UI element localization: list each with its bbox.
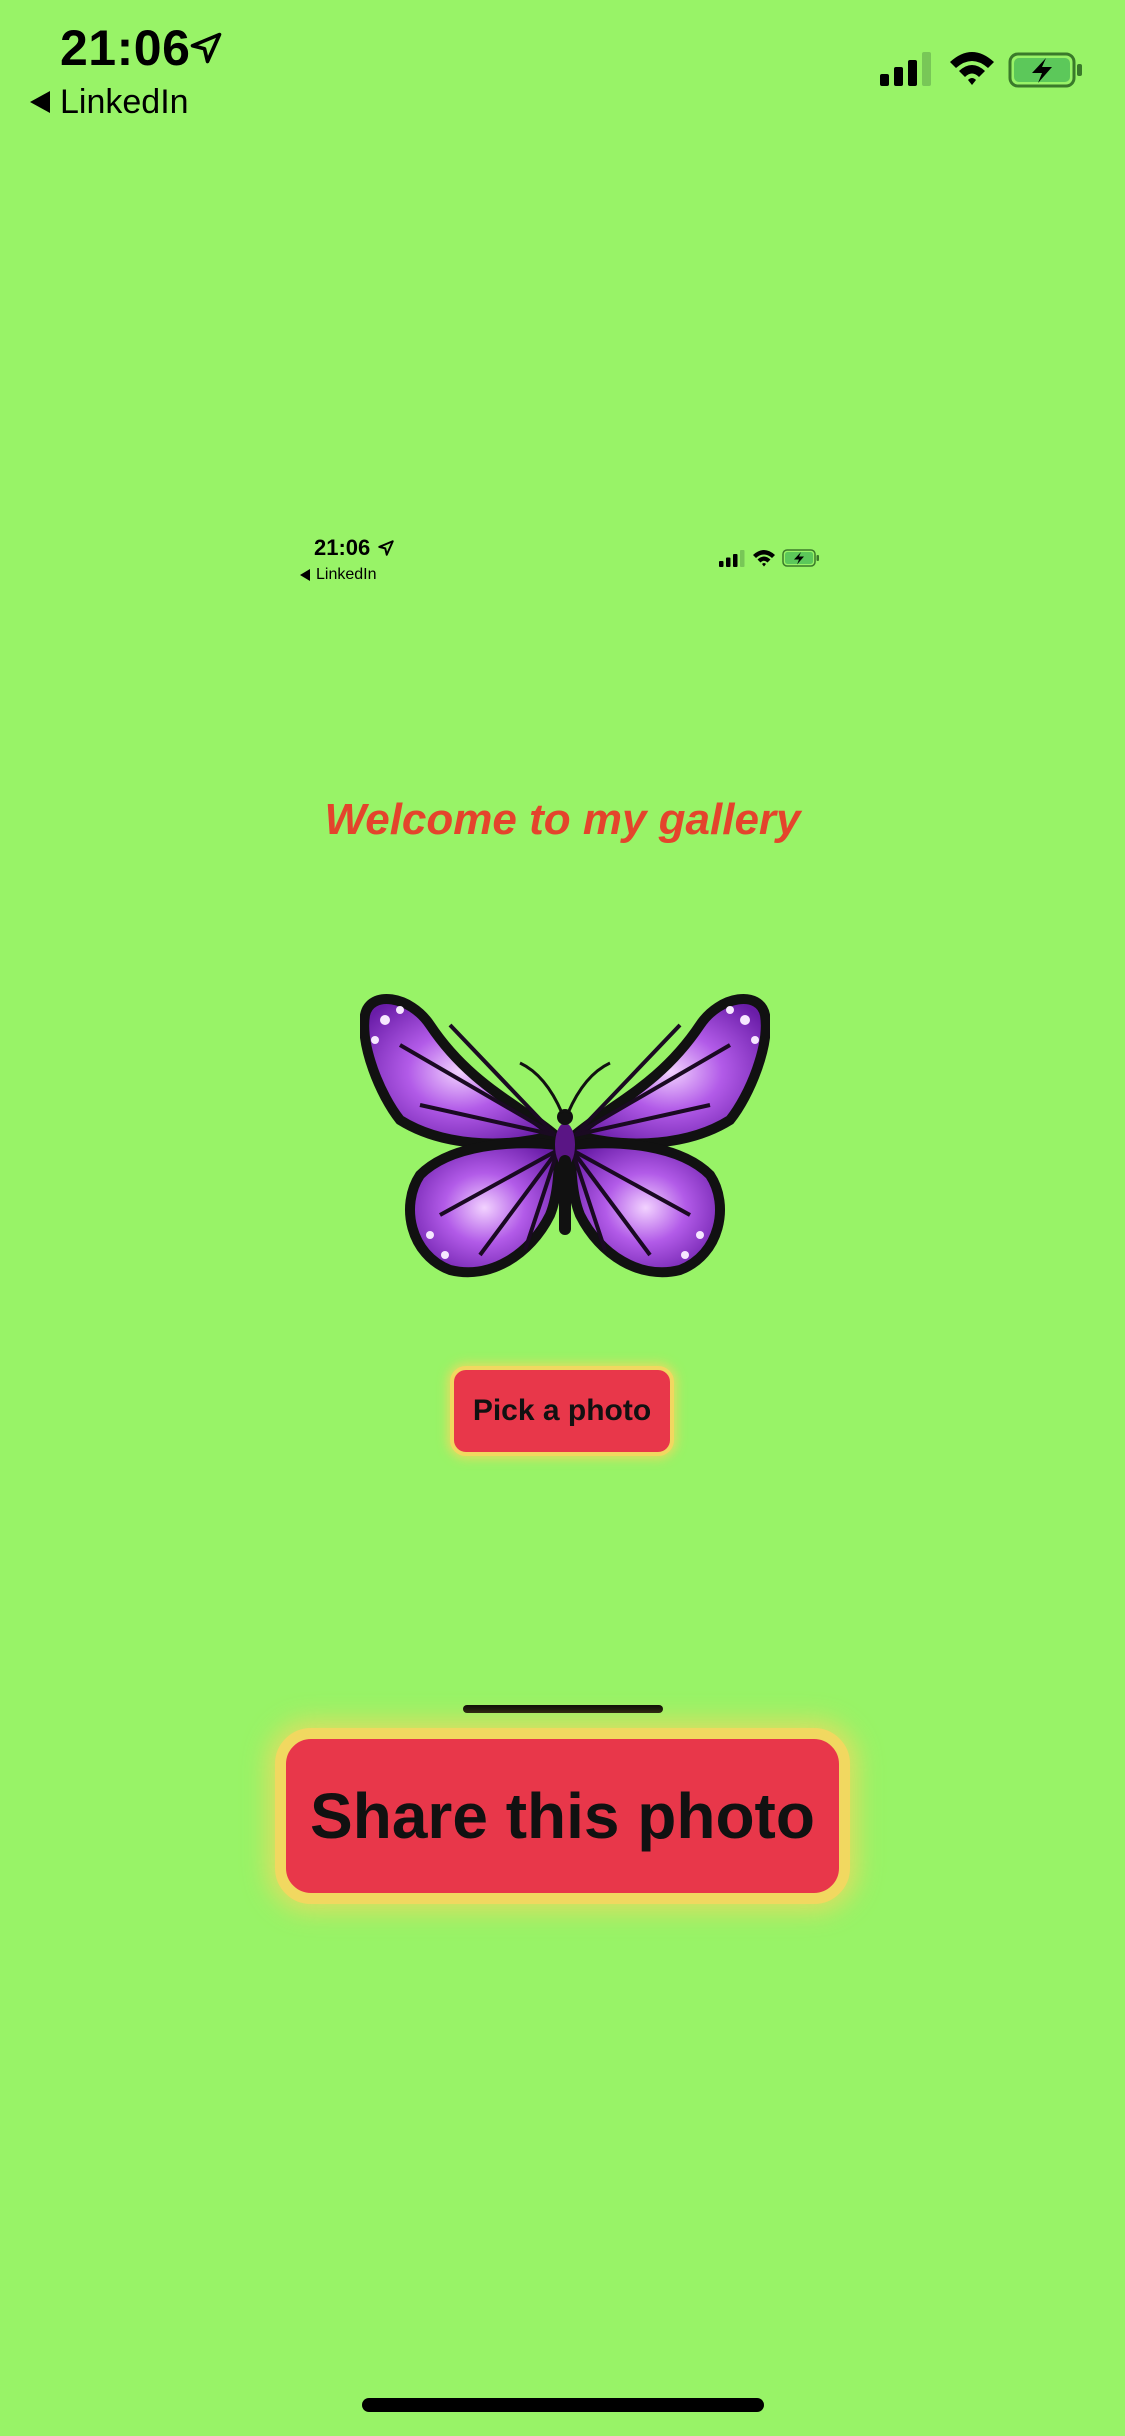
divider-line	[463, 1705, 663, 1713]
back-to-app-link[interactable]: LinkedIn	[30, 80, 189, 124]
gallery-title: Welcome to my gallery	[324, 795, 801, 844]
share-photo-button[interactable]: Share this photo	[275, 1728, 850, 1904]
wifi-icon	[950, 52, 994, 85]
pick-photo-button[interactable]: Pick a photo	[450, 1366, 674, 1456]
status-time: 21:06	[60, 20, 191, 76]
location-arrow-icon	[190, 32, 222, 64]
embedded-wifi-icon	[753, 550, 775, 567]
back-app-label: LinkedIn	[60, 83, 189, 121]
cellular-signal-icon	[880, 52, 931, 86]
embedded-back-link: LinkedIn	[300, 564, 377, 586]
battery-charging-icon	[1008, 52, 1082, 88]
back-arrow-icon	[30, 91, 50, 113]
home-indicator[interactable]	[362, 2398, 764, 2412]
embedded-location-arrow-icon	[378, 540, 394, 556]
embedded-battery-charging-icon	[782, 549, 819, 567]
embedded-back-label: LinkedIn	[316, 566, 377, 583]
embedded-cellular-signal-icon	[719, 550, 745, 567]
embedded-back-arrow-icon	[300, 569, 310, 581]
butterfly-image	[360, 994, 770, 1278]
embedded-status-time: 21:06	[314, 535, 371, 560]
